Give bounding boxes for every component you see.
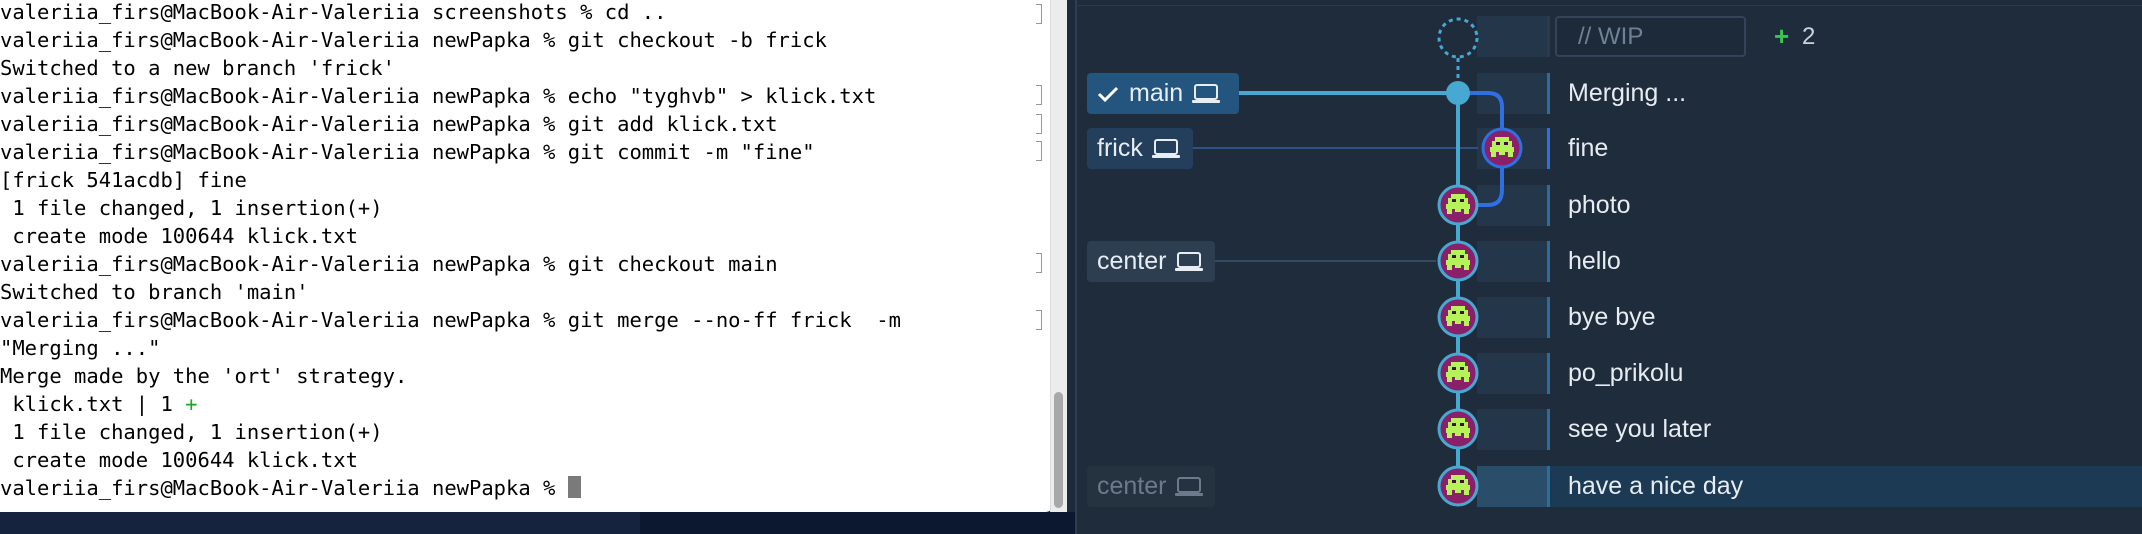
branch-name: center [1097,472,1167,500]
branch-edge [1476,166,1504,207]
branch-tag-main[interactable]: main [1087,73,1239,114]
commit-graph [1193,17,1504,486]
branch-name: frick [1097,134,1143,162]
branch-tag-center[interactable]: center [1087,241,1215,282]
laptop-icon [1192,83,1221,103]
branch-tag-center-faded[interactable]: center [1087,466,1215,507]
laptop-icon [1151,138,1180,158]
commit-avatar-icon[interactable] [1437,240,1479,282]
commit-avatar-icon[interactable] [1437,296,1479,338]
branch-name: main [1129,79,1184,107]
branch-tag-frick[interactable]: frick [1087,128,1193,169]
branch-name: center [1097,247,1167,275]
merge-commit-node[interactable] [1446,81,1470,105]
commit-avatar-icon[interactable] [1481,127,1523,169]
laptop-icon [1175,251,1204,271]
commit-avatar-icon[interactable] [1437,184,1479,226]
wip-node[interactable] [1437,17,1479,59]
commit-avatar-icon[interactable] [1437,408,1479,450]
commit-avatar-icon[interactable] [1437,352,1479,394]
laptop-icon [1175,476,1204,496]
commit-avatar-icon[interactable] [1437,465,1479,507]
checkmark-icon [1097,86,1119,102]
